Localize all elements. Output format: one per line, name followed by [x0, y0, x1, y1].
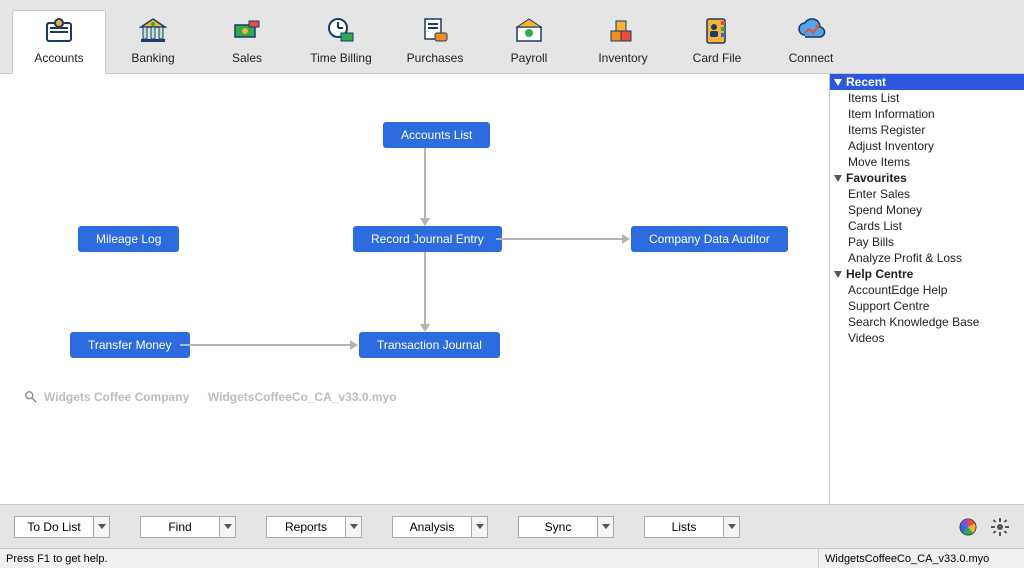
- dropdown-icon: [471, 517, 487, 537]
- combo-label: To Do List: [15, 517, 93, 537]
- combo-lists[interactable]: Lists: [644, 516, 740, 538]
- tab-accounts[interactable]: Accounts: [12, 10, 106, 74]
- sidepanel-item[interactable]: AccountEdge Help: [830, 282, 1024, 298]
- combo-sync[interactable]: Sync: [518, 516, 614, 538]
- sidepanel-item[interactable]: Item Information: [830, 106, 1024, 122]
- chevron-down-icon: [834, 175, 842, 182]
- combo-reports[interactable]: Reports: [266, 516, 362, 538]
- tab-purchases[interactable]: Purchases: [388, 11, 482, 73]
- cardfile-icon: [701, 15, 733, 47]
- tab-payroll[interactable]: Payroll: [482, 11, 576, 73]
- company-file-line: Widgets Coffee Company WidgetsCoffeeCo_C…: [24, 390, 397, 404]
- tab-label: Inventory: [598, 51, 647, 65]
- sidepanel-section-title: Help Centre: [846, 267, 913, 281]
- combo-todolist[interactable]: To Do List: [14, 516, 110, 538]
- search-icon[interactable]: [24, 390, 38, 404]
- tab-sales[interactable]: Sales: [200, 11, 294, 73]
- arrow-line: [180, 344, 352, 346]
- arrow-line: [424, 252, 426, 326]
- arrow-line: [424, 148, 426, 220]
- combo-label: Sync: [519, 517, 597, 537]
- sidepanel-section-recent[interactable]: Recent: [830, 74, 1024, 90]
- combo-label: Analysis: [393, 517, 471, 537]
- sidepanel-section-helpcentre[interactable]: Help Centre: [830, 266, 1024, 282]
- dropdown-icon: [219, 517, 235, 537]
- gear-icon[interactable]: [990, 517, 1010, 537]
- combo-label: Reports: [267, 517, 345, 537]
- dropdown-icon: [93, 517, 109, 537]
- content-area: Accounts List Mileage Log Record Journal…: [0, 74, 1024, 504]
- tab-banking[interactable]: Banking: [106, 11, 200, 73]
- sidepanel-item[interactable]: Cards List: [830, 218, 1024, 234]
- dropdown-icon: [723, 517, 739, 537]
- sidepanel-item[interactable]: Enter Sales: [830, 186, 1024, 202]
- side-panel: Recent Items List Item Information Items…: [829, 74, 1024, 504]
- node-transfer-money[interactable]: Transfer Money: [70, 332, 190, 358]
- tab-label: Connect: [789, 51, 834, 65]
- sidepanel-section-favourites[interactable]: Favourites: [830, 170, 1024, 186]
- dropdown-icon: [597, 517, 613, 537]
- payroll-icon: [513, 15, 545, 47]
- node-company-auditor[interactable]: Company Data Auditor: [631, 226, 788, 252]
- tab-label: Card File: [693, 51, 742, 65]
- timebilling-icon: [325, 15, 357, 47]
- tab-label: Payroll: [511, 51, 548, 65]
- arrow-head-down: [420, 218, 430, 226]
- sidepanel-item[interactable]: Adjust Inventory: [830, 138, 1024, 154]
- status-file-text: WidgetsCoffeeCo_CA_v33.0.myo: [818, 549, 1018, 568]
- tab-timebilling[interactable]: Time Billing: [294, 11, 388, 73]
- sidepanel-section-title: Recent: [846, 75, 886, 89]
- sidepanel-item[interactable]: Analyze Profit & Loss: [830, 250, 1024, 266]
- bottom-toolbar: To Do List Find Reports Analysis Sync Li…: [0, 504, 1024, 548]
- tab-connect[interactable]: Connect: [764, 11, 858, 73]
- company-file: WidgetsCoffeeCo_CA_v33.0.myo: [208, 390, 397, 404]
- node-accounts-list[interactable]: Accounts List: [383, 122, 490, 148]
- status-bar: Press F1 to get help. WidgetsCoffeeCo_CA…: [0, 548, 1024, 568]
- sidepanel-item[interactable]: Items Register: [830, 122, 1024, 138]
- chevron-down-icon: [834, 79, 842, 86]
- accounts-icon: [43, 15, 75, 47]
- node-mileage-log[interactable]: Mileage Log: [78, 226, 179, 252]
- sidepanel-item[interactable]: Move Items: [830, 154, 1024, 170]
- node-transaction-journal[interactable]: Transaction Journal: [359, 332, 500, 358]
- tab-label: Accounts: [34, 51, 83, 65]
- sales-icon: [231, 15, 263, 47]
- flow-canvas: Accounts List Mileage Log Record Journal…: [0, 74, 829, 504]
- banking-icon: [137, 15, 169, 47]
- chevron-down-icon: [834, 271, 842, 278]
- connect-icon: [795, 15, 827, 47]
- sidepanel-item[interactable]: Pay Bills: [830, 234, 1024, 250]
- tab-label: Purchases: [407, 51, 464, 65]
- arrow-head-right: [350, 340, 358, 350]
- tab-label: Sales: [232, 51, 262, 65]
- node-record-journal[interactable]: Record Journal Entry: [353, 226, 502, 252]
- combo-label: Find: [141, 517, 219, 537]
- inventory-icon: [607, 15, 639, 47]
- purchases-icon: [419, 15, 451, 47]
- sidepanel-item[interactable]: Support Centre: [830, 298, 1024, 314]
- combo-analysis[interactable]: Analysis: [392, 516, 488, 538]
- arrow-head-down: [420, 324, 430, 332]
- tab-cardfile[interactable]: Card File: [670, 11, 764, 73]
- tab-label: Time Billing: [310, 51, 372, 65]
- tab-label: Banking: [131, 51, 174, 65]
- combo-find[interactable]: Find: [140, 516, 236, 538]
- sidepanel-item[interactable]: Search Knowledge Base: [830, 314, 1024, 330]
- status-help-text: Press F1 to get help.: [6, 553, 818, 565]
- arrow-head-right: [622, 234, 630, 244]
- main-toolbar: Accounts Banking Sales Time Billing Purc…: [0, 0, 1024, 74]
- combo-label: Lists: [645, 517, 723, 537]
- sidepanel-section-title: Favourites: [846, 171, 907, 185]
- company-name: Widgets Coffee Company: [44, 390, 189, 404]
- dropdown-icon: [345, 517, 361, 537]
- sidepanel-item[interactable]: Videos: [830, 330, 1024, 346]
- arrow-line: [496, 238, 624, 240]
- sidepanel-item[interactable]: Spend Money: [830, 202, 1024, 218]
- tab-inventory[interactable]: Inventory: [576, 11, 670, 73]
- color-wheel-icon[interactable]: [958, 517, 978, 537]
- sidepanel-item[interactable]: Items List: [830, 90, 1024, 106]
